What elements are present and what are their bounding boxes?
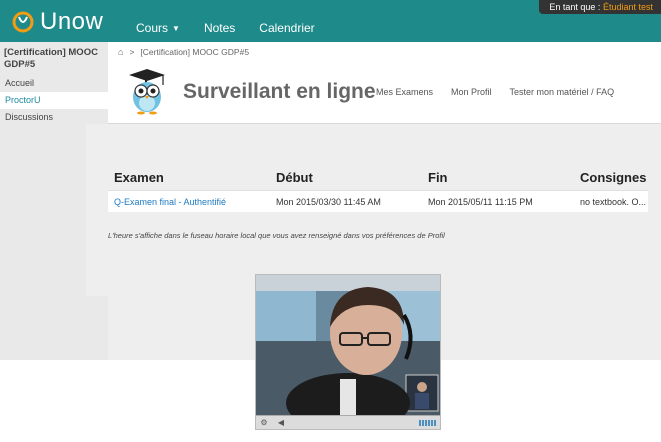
main-nav: Cours ▼ Notes Calendrier	[136, 21, 339, 35]
proctor-nav: Mes Examens Mon Profil Tester mon matéri…	[376, 87, 632, 97]
course-title: [Certification] MOOC GDP#5	[4, 47, 98, 70]
chevron-down-icon: ▼	[172, 24, 180, 33]
breadcrumb: ⌂ > [Certification] MOOC GDP#5	[118, 47, 249, 57]
table-row: Q-Examen final - Authentifié Mon 2015/03…	[108, 190, 648, 212]
column-header-consignes: Consignes	[580, 170, 647, 185]
brand-name: Unow	[40, 8, 104, 35]
brand-logo[interactable]: Unow	[12, 8, 103, 36]
top-navigation-bar: Unow Cours ▼ Notes Calendrier En tant que…	[0, 0, 661, 42]
home-icon[interactable]: ⌂	[118, 47, 123, 57]
breadcrumb-current[interactable]: [Certification] MOOC GDP#5	[140, 47, 249, 57]
nav-mes-examens[interactable]: Mes Examens	[376, 87, 433, 97]
signal-level-icon	[418, 420, 436, 426]
user-name: Étudiant test	[602, 2, 653, 12]
brand-logo-icon	[12, 11, 34, 33]
owl-mascot-icon	[129, 69, 165, 115]
user-badge[interactable]: En tant que : Étudiant test	[539, 0, 661, 14]
exam-table: Examen Début Fin Consignes Q-Examen fina…	[108, 166, 648, 212]
exam-link[interactable]: Q-Examen final - Authentifié	[114, 197, 226, 207]
sidebar-item-accueil[interactable]: Accueil	[0, 75, 108, 92]
nav-mon-profil[interactable]: Mon Profil	[451, 87, 492, 97]
column-header-fin: Fin	[428, 170, 448, 185]
exam-end: Mon 2015/05/11 11:15 PM	[428, 197, 533, 207]
page-title: Surveillant en ligne	[183, 80, 376, 103]
exam-start: Mon 2015/03/30 11:45 AM	[276, 197, 381, 207]
exam-instructions: no textbook. O...	[580, 197, 647, 207]
nav-cours[interactable]: Cours ▼	[136, 21, 180, 35]
webcam-controls: ⚙ ◀	[256, 415, 440, 429]
webcam-video-feed	[256, 275, 440, 415]
timezone-note: L'heure s'affiche dans le fuseau horaire…	[108, 231, 445, 240]
breadcrumb-separator: >	[129, 47, 135, 57]
speaker-icon[interactable]: ◀	[276, 418, 286, 428]
page-header: ⌂ > [Certification] MOOC GDP#5 Surveillant…	[108, 42, 661, 124]
table-header-row: Examen Début Fin Consignes	[108, 166, 648, 190]
column-header-examen: Examen	[114, 170, 164, 185]
column-header-debut: Début	[276, 170, 313, 185]
sidebar-item-proctoru[interactable]: ProctorU	[0, 92, 108, 109]
nav-calendrier[interactable]: Calendrier	[259, 21, 314, 35]
user-prefix: En tant que :	[549, 2, 601, 12]
nav-tester-materiel[interactable]: Tester mon matériel / FAQ	[510, 87, 615, 97]
nav-notes[interactable]: Notes	[204, 21, 235, 35]
nav-cours-label: Cours	[136, 21, 169, 35]
settings-gear-icon[interactable]: ⚙	[259, 418, 269, 428]
webcam-preview: ⚙ ◀	[255, 274, 441, 430]
